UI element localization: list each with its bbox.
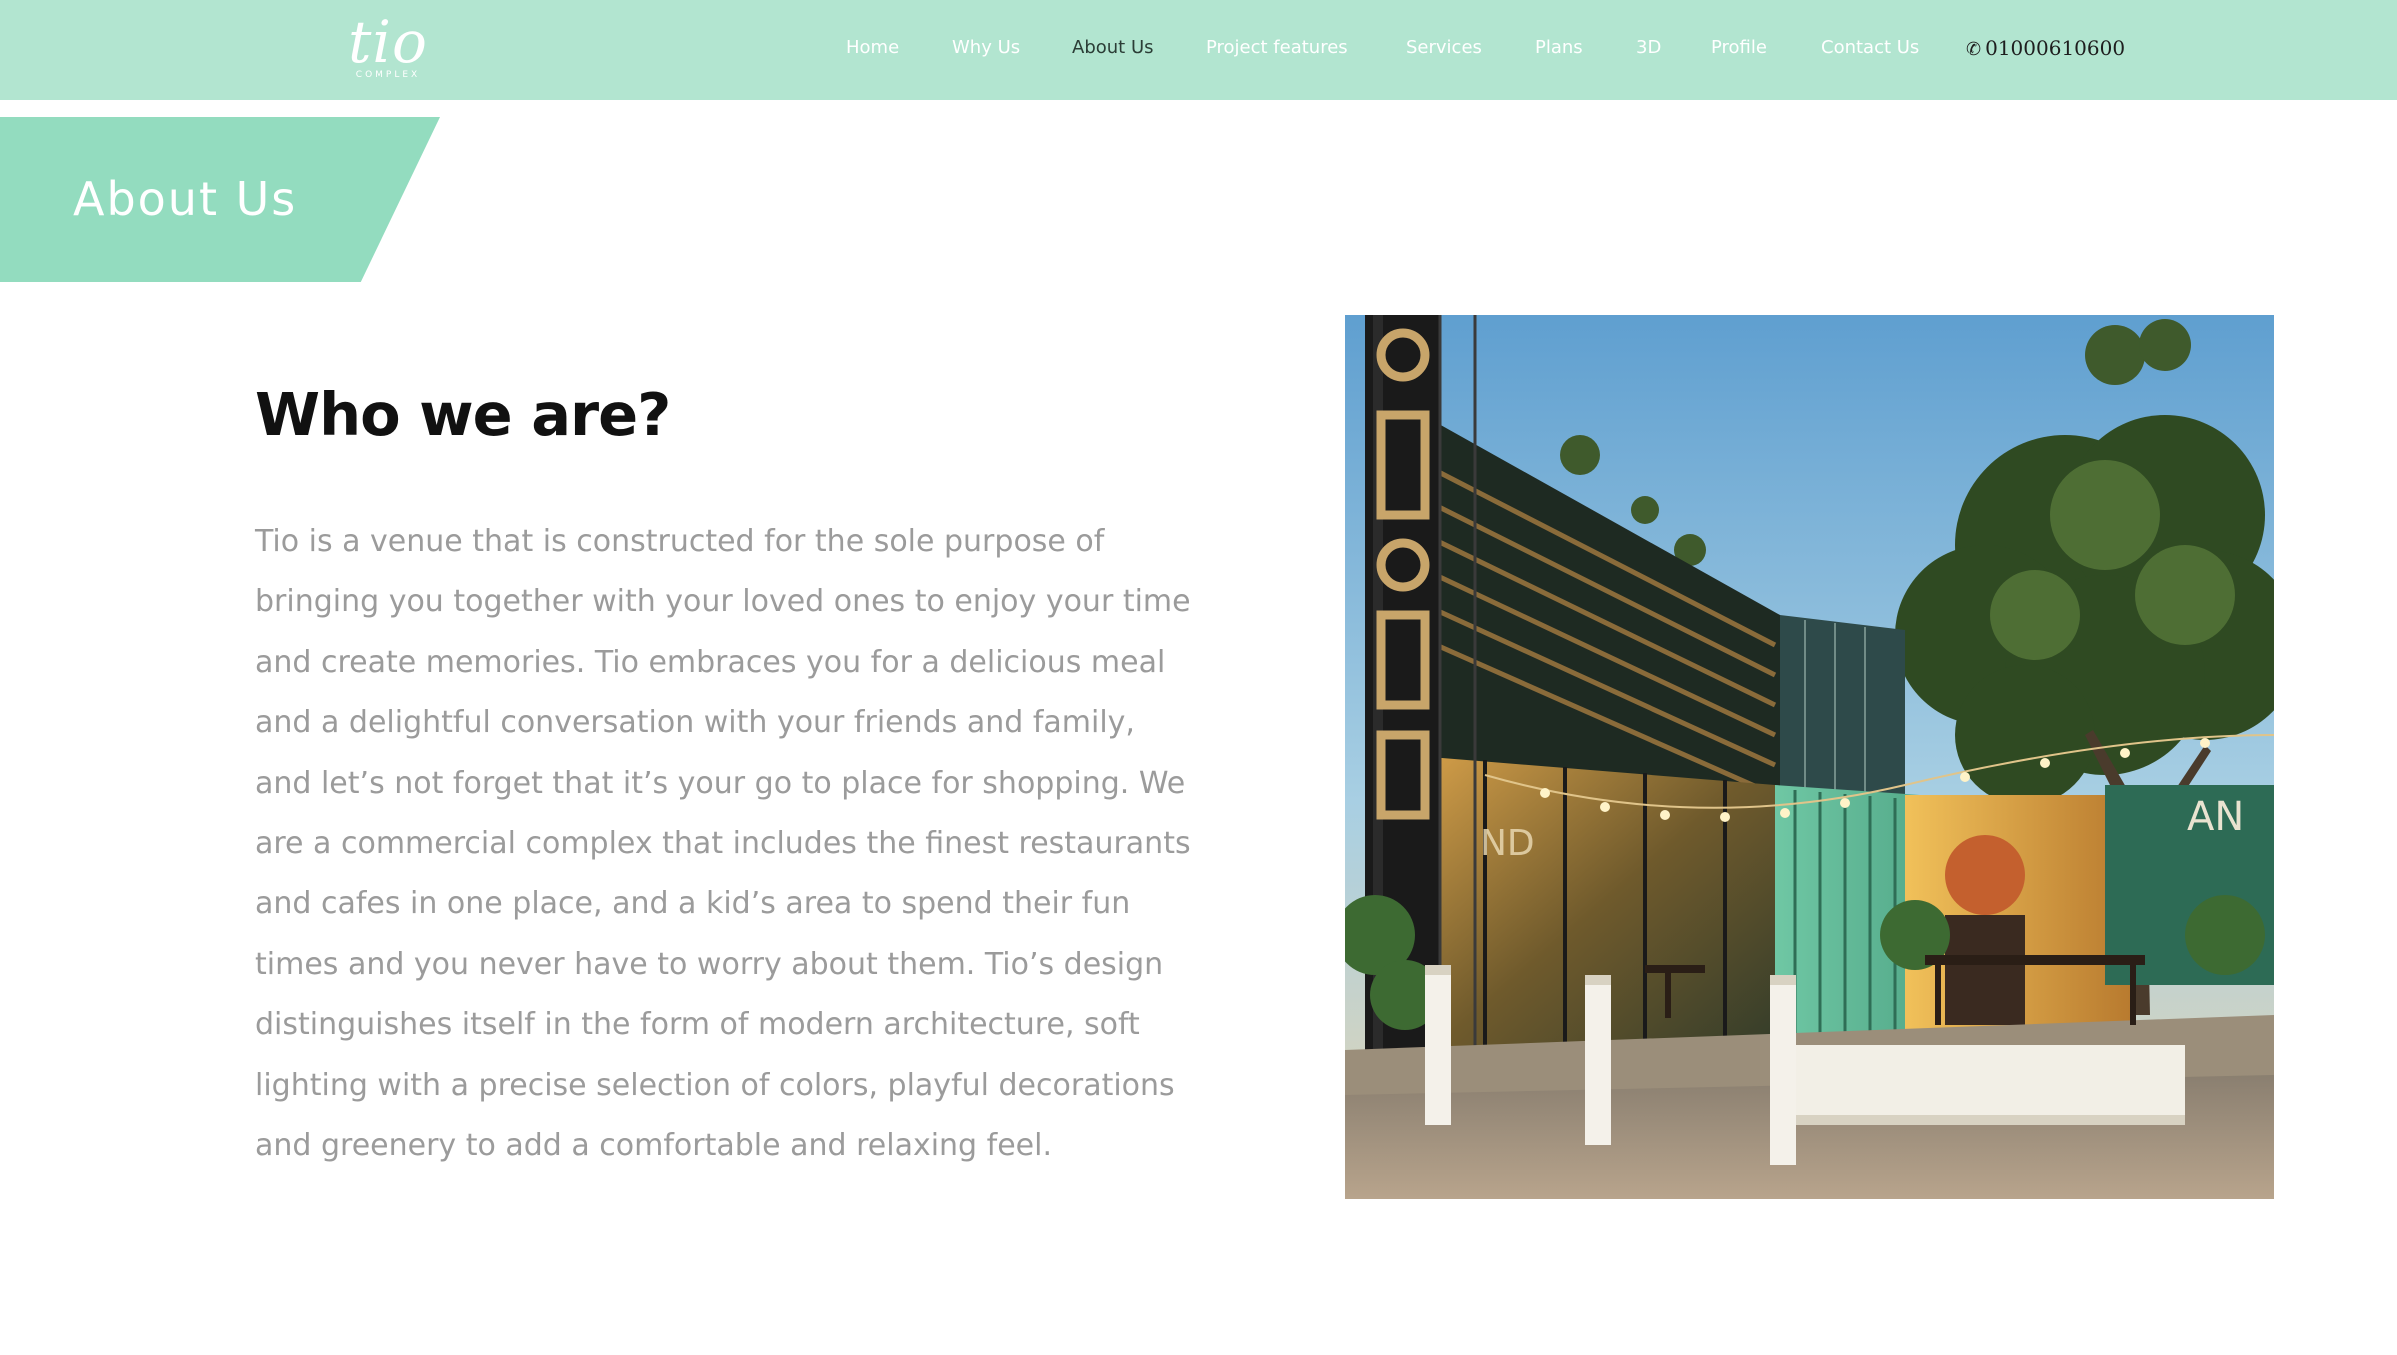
banner-title: About Us bbox=[73, 172, 298, 226]
nav-link-profile[interactable]: Profile bbox=[1711, 36, 1767, 60]
photo-sign-left: ND bbox=[1480, 823, 1535, 864]
nav-link-3d[interactable]: 3D bbox=[1636, 36, 1661, 60]
top-navbar: tio COMPLEX Home Why Us About Us Project… bbox=[0, 0, 2397, 100]
phone-icon: ✆ bbox=[1966, 39, 1982, 60]
photo-sign-right: AN bbox=[2187, 794, 2244, 840]
phone-number: 01000610600 bbox=[1985, 36, 2126, 60]
about-paragraph: Tio is a venue that is constructed for t… bbox=[255, 524, 1191, 1164]
nav-link-services[interactable]: Services bbox=[1406, 36, 1482, 60]
nav-link-why-us[interactable]: Why Us bbox=[952, 36, 1020, 60]
nav-link-home[interactable]: Home bbox=[846, 36, 899, 60]
venue-rendering-image: ND AN bbox=[1345, 315, 2274, 1199]
section-heading: Who we are? bbox=[255, 380, 671, 449]
phone-link[interactable]: ✆ 01000610600 bbox=[1966, 36, 2125, 62]
logo-wordmark: tio bbox=[348, 8, 428, 76]
nav-link-about-us[interactable]: About Us bbox=[1072, 36, 1154, 60]
nav-link-plans[interactable]: Plans bbox=[1535, 36, 1583, 60]
nav-link-contact-us[interactable]: Contact Us bbox=[1821, 36, 1919, 60]
tio-logo[interactable]: tio COMPLEX bbox=[338, 12, 438, 84]
nav-link-project-features[interactable]: Project features bbox=[1206, 36, 1348, 60]
about-us-banner: About Us bbox=[0, 117, 440, 282]
